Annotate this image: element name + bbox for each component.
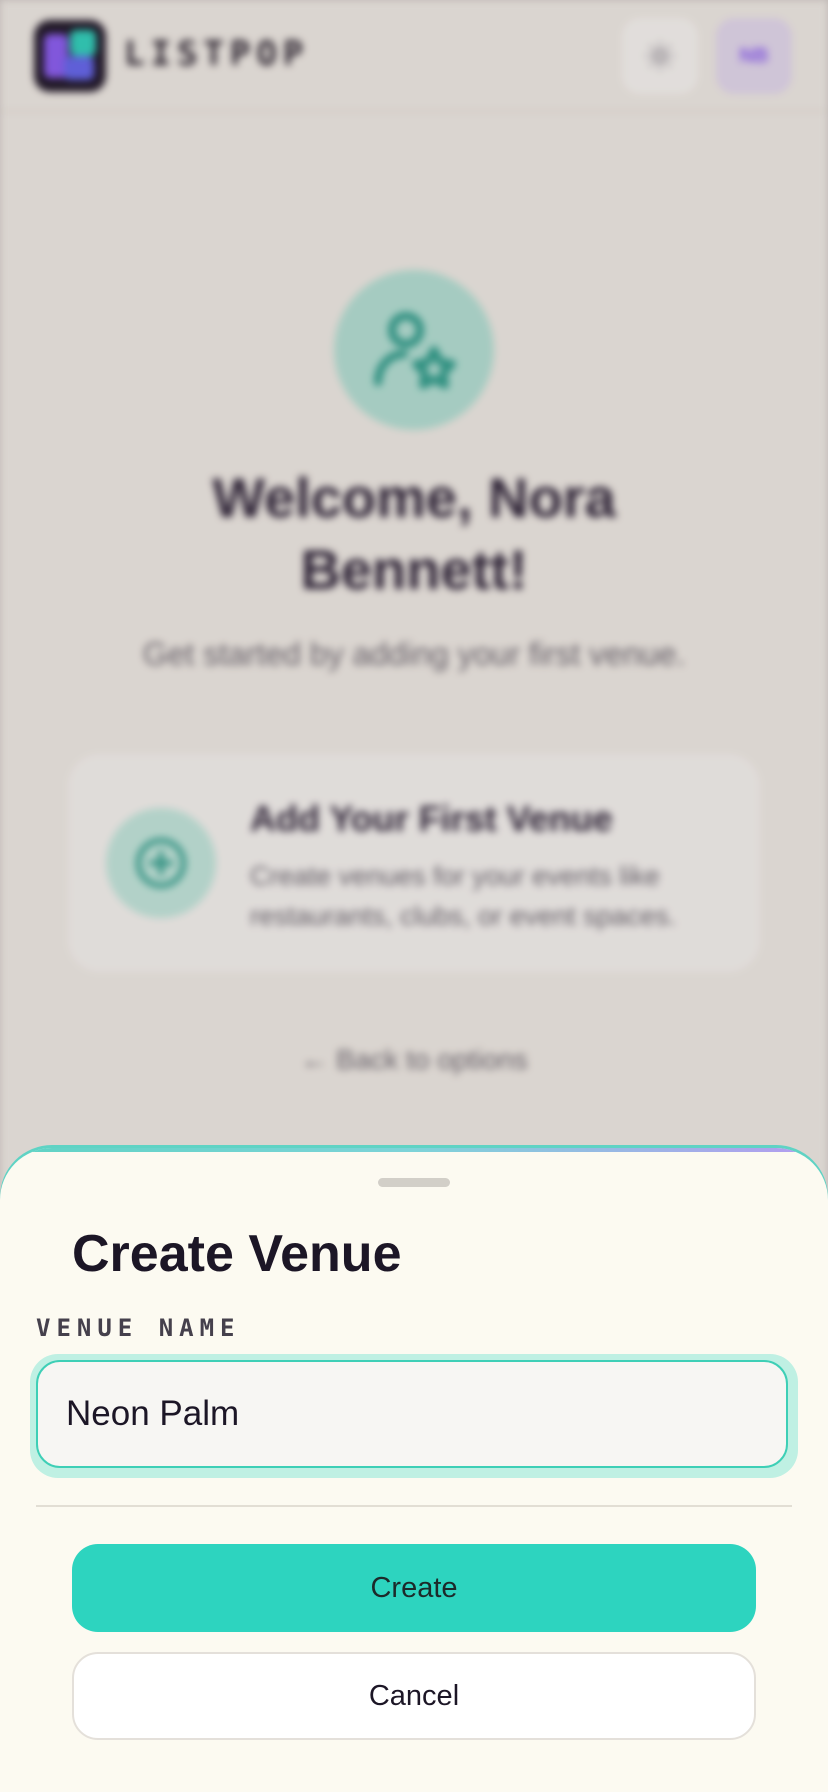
create-button[interactable]: Create — [72, 1544, 756, 1632]
sheet-drag-handle[interactable] — [378, 1178, 450, 1187]
sheet-title: Create Venue — [72, 1225, 402, 1283]
venue-name-label: VENUE NAME — [36, 1314, 241, 1342]
create-venue-sheet: Create Venue VENUE NAME Create Cancel — [0, 1148, 828, 1792]
cancel-button[interactable]: Cancel — [72, 1652, 756, 1740]
venue-name-input[interactable] — [36, 1360, 788, 1468]
divider — [36, 1505, 792, 1507]
